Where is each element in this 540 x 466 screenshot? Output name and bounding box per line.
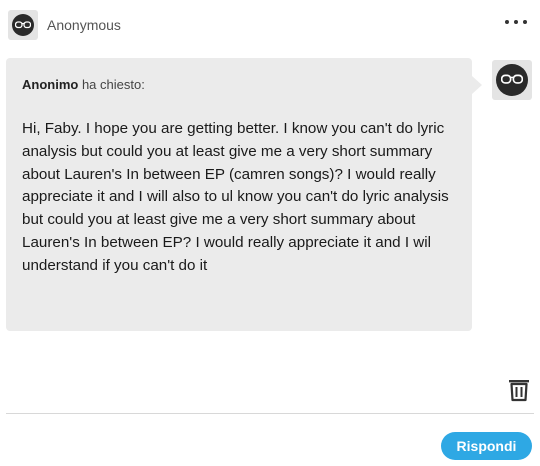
dot: [514, 20, 518, 24]
reply-button[interactable]: Rispondi: [441, 432, 532, 460]
dot: [523, 20, 527, 24]
trash-icon[interactable]: [508, 378, 530, 402]
anonymous-avatar-icon: [12, 14, 34, 36]
sunglasses-icon: [15, 21, 31, 29]
asker-line: Anonimo ha chiesto:: [22, 77, 145, 92]
anonymous-avatar-icon: [496, 64, 528, 96]
asker-avatar[interactable]: [492, 60, 532, 100]
more-options-icon[interactable]: [505, 14, 527, 30]
question-bubble: Anonimo ha chiesto: Hi, Faby. I hope you…: [6, 58, 482, 331]
header-username: Anonymous: [47, 17, 121, 33]
question-text: Hi, Faby. I hope you are getting better.…: [22, 120, 449, 274]
dot: [505, 20, 509, 24]
divider: [6, 413, 534, 414]
header-avatar[interactable]: [8, 10, 38, 40]
asker-name[interactable]: Anonimo: [22, 77, 78, 92]
asked-label: ha chiesto:: [78, 77, 145, 92]
sunglasses-icon: [501, 74, 523, 84]
